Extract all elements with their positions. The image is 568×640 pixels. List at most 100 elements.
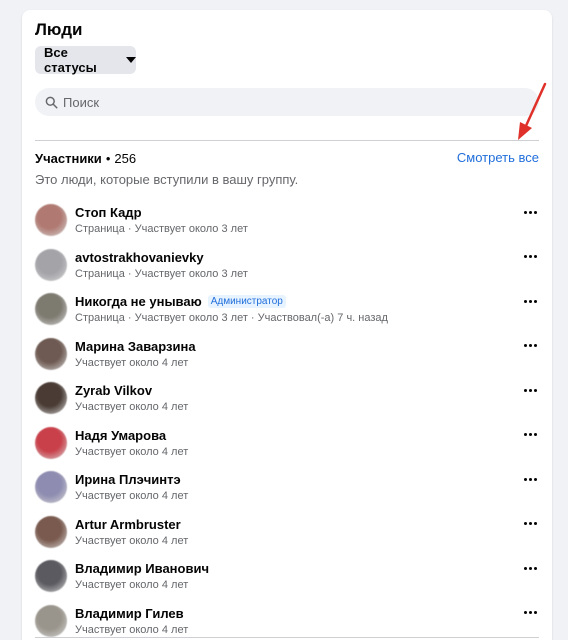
dot (528, 388, 532, 392)
divider (35, 637, 539, 638)
dot (528, 433, 532, 436)
avatar[interactable] (35, 204, 67, 237)
member-name[interactable]: avtostrakhovanievky (75, 250, 204, 265)
member-row[interactable]: Zyrab Vilkov Участвует около 4 лет (35, 376, 539, 421)
dot (528, 477, 532, 481)
avatar[interactable] (35, 426, 67, 459)
member-meta: Участвует около 4 лет (75, 445, 189, 458)
member-name[interactable]: Artur Armbruster (75, 517, 181, 532)
caret-down-icon (126, 57, 136, 63)
status-filter-label: Все статусы (44, 45, 97, 75)
dot (533, 388, 537, 392)
dot (528, 522, 532, 525)
member-name[interactable]: Стоп Кадр (75, 205, 142, 220)
dot (523, 255, 527, 258)
member-name[interactable]: Zyrab Vilkov (75, 383, 152, 398)
member-row[interactable]: Стоп Кадр Страница · Участвует около 3 ле… (35, 198, 539, 243)
dot (523, 477, 527, 481)
member-name[interactable]: Никогда не унываю (75, 294, 202, 309)
member-row[interactable]: avtostrakhovanievky Страница · Участвует … (35, 243, 539, 288)
member-row[interactable]: Artur Armbruster Участвует около 4 лет (35, 510, 539, 555)
members-description: Это люди, которые вступили в вашу группу… (35, 172, 299, 187)
member-info: Ирина Плэчинтэ Участвует около 4 лет (75, 472, 188, 502)
avatar[interactable] (35, 604, 67, 637)
dot (528, 611, 532, 614)
members-heading: Участники • 256 (35, 151, 136, 166)
member-name[interactable]: Надя Умарова (75, 428, 166, 443)
member-name-row: Zyrab Vilkov (75, 383, 188, 398)
dot (533, 299, 537, 303)
more-options-icon[interactable] (521, 251, 539, 263)
dot (533, 477, 537, 481)
dot (523, 433, 527, 436)
member-name[interactable]: Владимир Гилев (75, 606, 184, 621)
member-name[interactable]: Марина Заварзина (75, 339, 196, 354)
member-meta: Участвует около 4 лет (75, 490, 189, 503)
avatar[interactable] (35, 515, 67, 548)
member-info: Никогда не унываю Администратор Страница ·… (75, 294, 388, 324)
member-row[interactable]: Владимир Гилев Участвует около 4 лет (35, 599, 539, 640)
member-row[interactable]: Марина Заварзина Участвует около 4 лет (35, 332, 539, 377)
avatar[interactable] (35, 337, 67, 370)
dot (533, 433, 537, 436)
member-name-row: Artur Armbruster (75, 517, 188, 532)
avatar[interactable] (35, 471, 67, 504)
avatar[interactable] (35, 248, 67, 281)
member-meta: Страница · Участвует около 3 лет · Участ… (75, 312, 388, 325)
member-name-row: Ирина Плэчинтэ (75, 472, 188, 487)
member-info: Владимир Иванович Участвует около 4 лет (75, 561, 209, 591)
dot (533, 255, 537, 258)
more-options-icon[interactable] (521, 562, 539, 574)
more-options-icon[interactable] (521, 473, 539, 485)
avatar[interactable] (35, 560, 67, 593)
more-options-icon[interactable] (521, 429, 539, 441)
member-name[interactable]: Ирина Плэчинтэ (75, 472, 181, 487)
member-info: Zyrab Vilkov Участвует около 4 лет (75, 383, 188, 413)
member-row[interactable]: Надя Умарова Участвует около 4 лет (35, 421, 539, 466)
members-list: Стоп Кадр Страница · Участвует около 3 ле… (35, 198, 539, 640)
member-row[interactable]: Владимир Иванович Участвует около 4 лет (35, 554, 539, 599)
search-box[interactable] (35, 88, 539, 116)
members-label: Участники (35, 151, 102, 166)
divider (35, 140, 539, 141)
dot (523, 210, 527, 214)
more-options-icon[interactable] (521, 607, 539, 619)
page-title: Люди (35, 20, 83, 39)
members-count: 256 (114, 151, 137, 166)
more-options-icon[interactable] (521, 340, 539, 352)
member-meta: Участвует около 4 лет (75, 579, 189, 592)
member-name-row: Никогда не унываю Администратор (75, 294, 388, 309)
admin-badge: Администратор (207, 295, 286, 309)
dot (523, 522, 527, 525)
member-name-row: avtostrakhovanievky (75, 250, 248, 265)
avatar[interactable] (35, 382, 67, 415)
member-row[interactable]: Никогда не унываю Администратор Страница ·… (35, 287, 539, 332)
member-meta: Участвует около 4 лет (75, 356, 189, 369)
search-icon (45, 96, 58, 109)
member-info: Стоп Кадр Страница · Участвует около 3 ле… (75, 205, 248, 235)
see-all-link[interactable]: Смотреть все (457, 150, 539, 165)
status-filter-button[interactable]: Все статусы (35, 45, 136, 75)
search-input[interactable] (63, 94, 523, 110)
more-options-icon[interactable] (521, 295, 539, 307)
dot (523, 388, 527, 392)
member-meta: Участвует около 4 лет (75, 534, 189, 547)
avatar[interactable] (35, 293, 67, 326)
member-meta: Участвует около 4 лет (75, 401, 189, 414)
dot (533, 566, 537, 570)
red-arrow-annotation (518, 82, 547, 140)
dot (533, 344, 537, 347)
member-name-row: Владимир Иванович (75, 561, 209, 576)
member-name[interactable]: Владимир Иванович (75, 561, 209, 576)
member-name-row: Марина Заварзина (75, 339, 196, 354)
more-options-icon[interactable] (521, 518, 539, 530)
dot (523, 566, 527, 570)
dot (523, 299, 527, 303)
dot (528, 566, 532, 570)
member-name-row: Надя Умарова (75, 428, 188, 443)
member-info: Надя Умарова Участвует около 4 лет (75, 428, 188, 458)
more-options-icon[interactable] (521, 384, 539, 396)
member-info: avtostrakhovanievky Страница · Участвует … (75, 250, 248, 280)
member-row[interactable]: Ирина Плэчинтэ Участвует около 4 лет (35, 465, 539, 510)
more-options-icon[interactable] (521, 206, 539, 218)
